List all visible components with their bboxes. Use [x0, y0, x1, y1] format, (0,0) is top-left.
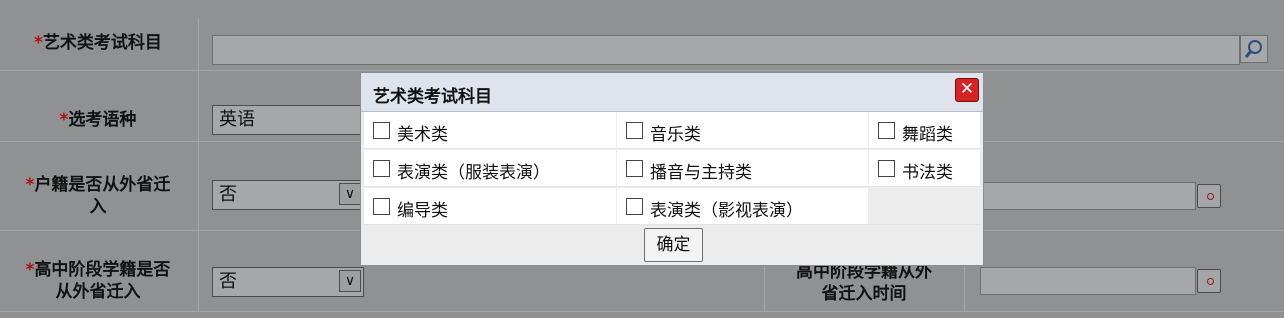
school-transfer-date-input[interactable]: [980, 267, 1196, 295]
calendar-icon[interactable]: [1197, 269, 1221, 293]
confirm-button[interactable]: 确定: [644, 228, 703, 262]
language-label: *选考语种: [59, 110, 137, 130]
checkbox[interactable]: [878, 160, 895, 177]
art-subject-label: *艺术类考试科目: [34, 33, 162, 53]
dialog-title: 艺术类考试科目: [373, 87, 492, 107]
option-calligraphy[interactable]: 书法类: [869, 150, 980, 187]
checkbox[interactable]: [878, 122, 895, 139]
art-subject-dialog: 艺术类考试科目 ✕ 美术类 音乐类 舞蹈类 表演类（服装表演） 播音与主持类 书…: [360, 72, 984, 266]
option-performance-costume[interactable]: 表演类（服装表演）: [364, 150, 616, 187]
search-button[interactable]: [1240, 35, 1268, 63]
art-subject-input[interactable]: [212, 35, 1240, 65]
calendar-icon[interactable]: [1197, 184, 1221, 208]
household-date-input[interactable]: [980, 182, 1196, 210]
checkbox[interactable]: [626, 122, 643, 139]
option-directing[interactable]: 编导类: [364, 188, 616, 225]
checkbox[interactable]: [626, 198, 643, 215]
school-status-label: *高中阶段学籍是否 从外省迁入: [25, 260, 171, 302]
option-broadcasting-hosting[interactable]: 播音与主持类: [617, 150, 868, 187]
subject-options: 美术类 音乐类 舞蹈类 表演类（服装表演） 播音与主持类 书法类 编导类 表演类…: [364, 112, 980, 226]
option-dance[interactable]: 舞蹈类: [869, 112, 980, 149]
school-transfer-time-label: 高中阶段学籍从外 省迁入时间: [796, 262, 932, 304]
option-music[interactable]: 音乐类: [617, 112, 868, 149]
household-label: *户籍是否从外省迁 入: [25, 175, 171, 217]
chevron-down-icon[interactable]: ∨: [339, 270, 361, 292]
row-art-subject: *艺术类考试科目: [0, 18, 1284, 71]
option-fine-arts[interactable]: 美术类: [364, 112, 616, 149]
checkbox[interactable]: [373, 122, 390, 139]
option-performance-film[interactable]: 表演类（影视表演）: [617, 188, 868, 225]
checkbox[interactable]: [373, 160, 390, 177]
checkbox[interactable]: [626, 160, 643, 177]
chevron-down-icon[interactable]: ∨: [339, 183, 361, 205]
search-icon: [1244, 40, 1262, 58]
school-status-select[interactable]: 否 ∨: [212, 267, 364, 297]
close-button[interactable]: ✕: [955, 78, 979, 102]
checkbox[interactable]: [373, 198, 390, 215]
required-mark: *: [34, 33, 43, 53]
empty-cell: [869, 188, 980, 225]
language-select[interactable]: 英语: [212, 105, 364, 135]
dialog-title-bar[interactable]: 艺术类考试科目 ✕: [361, 73, 983, 112]
household-select[interactable]: 否 ∨: [212, 180, 364, 210]
